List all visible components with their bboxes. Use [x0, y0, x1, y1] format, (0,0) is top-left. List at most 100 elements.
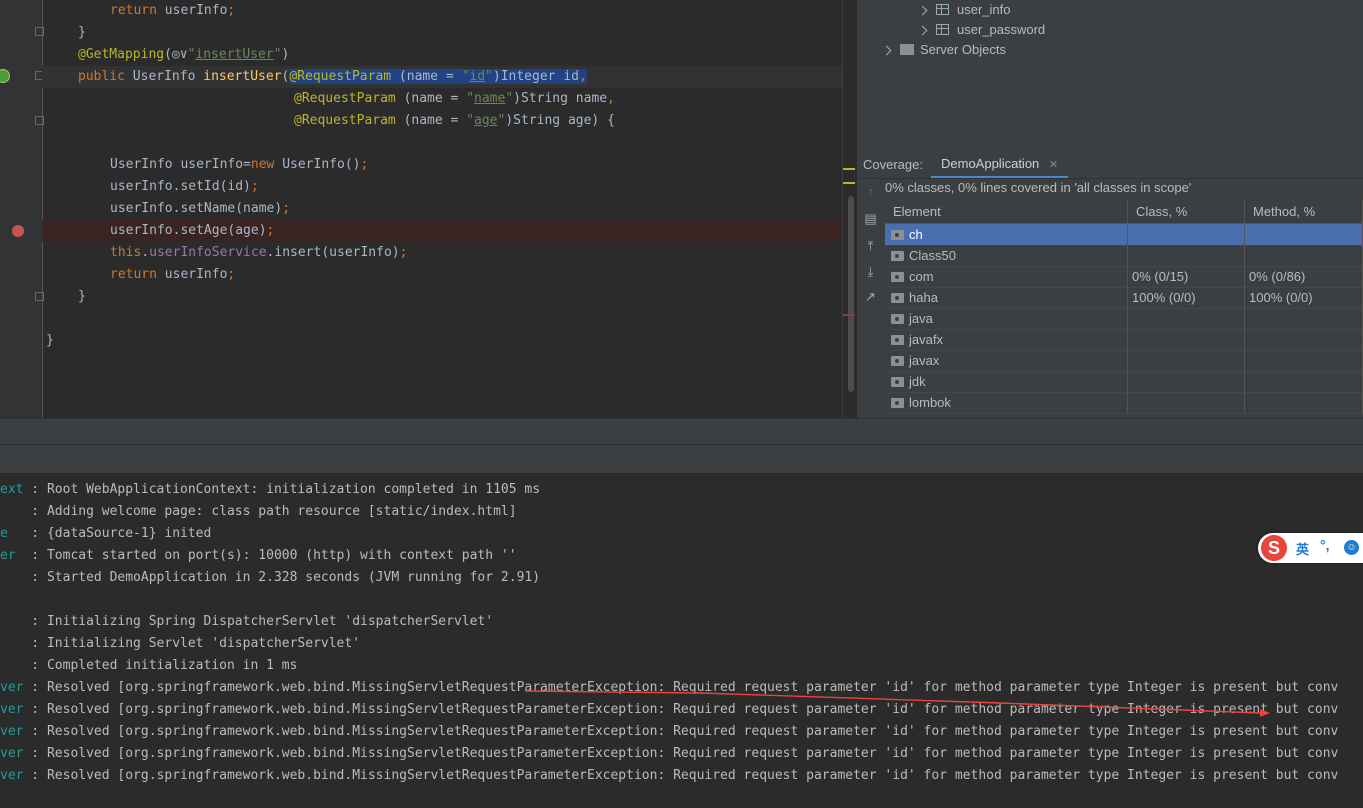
cell-element: java: [885, 308, 1128, 329]
code-token: (name =: [391, 69, 462, 84]
code-token: (: [164, 47, 172, 62]
code-token: ;: [266, 223, 275, 238]
ime-logo[interactable]: S: [1261, 535, 1287, 561]
code-line[interactable]: @RequestParam (name = "age")String age) …: [294, 110, 615, 132]
cell-method: [1245, 245, 1363, 266]
editor-scrollbar[interactable]: [842, 0, 856, 418]
cell-method: 0% (0/86): [1245, 266, 1363, 287]
run-gutter-icon[interactable]: [0, 69, 10, 83]
open-external-icon[interactable]: ↗: [863, 289, 878, 304]
code-line[interactable]: userInfo.setName(name);: [110, 198, 290, 220]
code-token: userInfo.setAge(age): [110, 223, 267, 238]
export-up-icon[interactable]: ⤒: [863, 238, 878, 253]
coverage-row[interactable]: ch: [885, 224, 1363, 246]
chevron-right-icon[interactable]: [881, 45, 892, 56]
code-token: ;: [227, 3, 236, 18]
ime-widget[interactable]: S 英 °, ☺: [1258, 533, 1363, 563]
code-line[interactable]: }: [78, 286, 86, 308]
coverage-panel[interactable]: Coverage: DemoApplication ✕ 0% classes, …: [857, 152, 1363, 418]
package-icon: [891, 377, 904, 387]
breakpoint-icon[interactable]: [12, 225, 24, 237]
fold-icon[interactable]: [35, 292, 44, 301]
code-token: userInfo.setName(name): [110, 201, 283, 216]
code-token: }: [46, 333, 54, 348]
cell-class: [1128, 392, 1245, 413]
ime-mode[interactable]: 英: [1296, 539, 1309, 558]
code-token: UserInfo userInfo=: [110, 157, 251, 172]
code-line[interactable]: this.userInfoService.insert(userInfo);: [110, 242, 407, 264]
coverage-tab-bar: Coverage: DemoApplication ✕: [857, 152, 1363, 179]
code-editor[interactable]: return userInfo;} @GetMapping(◎∨"insertUs…: [0, 0, 856, 418]
close-icon[interactable]: ✕: [1049, 159, 1058, 171]
coverage-table[interactable]: Element Class, % Method, % ch Class50 com 0…: [885, 200, 1363, 418]
code-token: ,: [578, 69, 587, 84]
code-line[interactable]: @RequestParam (name = "name")String name…: [294, 88, 615, 110]
code-token: ,: [607, 91, 615, 106]
code-token: age: [474, 113, 498, 128]
cell-method: [1245, 392, 1363, 413]
console-output[interactable]: ext : Root WebApplicationContext: initia…: [0, 473, 1363, 808]
code-token: userInfo: [164, 3, 228, 18]
editor-gutter[interactable]: [0, 0, 43, 418]
code-line[interactable]: UserInfo userInfo=new UserInfo();: [110, 154, 368, 176]
coverage-row[interactable]: haha 100% (0/0) 100% (0/0): [885, 287, 1363, 309]
code-token: )Integer id: [492, 69, 579, 84]
cell-method: [1245, 329, 1363, 350]
code-token: ;: [399, 245, 408, 260]
coverage-row[interactable]: Class50: [885, 245, 1363, 267]
code-line[interactable]: userInfo.setAge(age);: [110, 220, 274, 242]
package-icon: [891, 230, 904, 240]
cell-method: [1245, 350, 1363, 371]
flatten-packages-icon[interactable]: ▤: [863, 211, 878, 226]
tool-window-bar: [0, 418, 1363, 445]
code-token: userInfoService: [149, 245, 267, 260]
cell-class: [1128, 245, 1245, 266]
code-token: (name =: [395, 113, 467, 128]
column-header-class[interactable]: Class, %: [1128, 200, 1245, 224]
package-icon: [891, 293, 904, 303]
code-token: ": [485, 69, 493, 84]
coverage-row[interactable]: com 0% (0/15) 0% (0/86): [885, 266, 1363, 288]
fold-icon[interactable]: [35, 116, 44, 125]
code-token: insertUser: [203, 69, 282, 84]
cell-element: javafx: [885, 329, 1128, 350]
code-line[interactable]: @GetMapping(◎∨"insertUser"): [78, 44, 289, 66]
code-line[interactable]: }: [46, 330, 54, 352]
coverage-row[interactable]: javafx: [885, 329, 1363, 351]
console-toolbar: [0, 444, 1363, 474]
tree-item-user-info[interactable]: user_info: [917, 0, 1010, 20]
chevron-right-icon[interactable]: [917, 5, 928, 16]
tree-item-server-objects[interactable]: Server Objects: [881, 40, 1006, 60]
cell-element: ch: [885, 224, 1128, 245]
code-line[interactable]: userInfo.setId(id);: [110, 176, 259, 198]
code-token: @RequestParam: [289, 69, 392, 84]
export-down-icon[interactable]: ⤓: [863, 264, 878, 279]
folder-icon: [900, 44, 914, 55]
coverage-row[interactable]: jdk: [885, 371, 1363, 393]
code-token: ): [281, 47, 290, 62]
code-line[interactable]: return userInfo;: [110, 264, 235, 286]
database-tree[interactable]: user_info user_password Server Objects: [857, 0, 1363, 152]
tab-demo-application[interactable]: DemoApplication ✕: [931, 152, 1069, 178]
chevron-right-icon[interactable]: [917, 25, 928, 36]
code-line[interactable]: public UserInfo insertUser(@RequestParam…: [78, 66, 587, 88]
fold-icon[interactable]: [35, 27, 44, 36]
cell-element: jdk: [885, 371, 1128, 392]
column-header-method[interactable]: Method, %: [1245, 200, 1363, 224]
emoji-icon[interactable]: ☺: [1344, 540, 1359, 555]
code-token: UserInfo: [132, 69, 204, 84]
tree-item-user-password[interactable]: user_password: [917, 20, 1045, 40]
coverage-row[interactable]: java: [885, 308, 1363, 330]
code-line[interactable]: return userInfo;: [110, 0, 235, 22]
cell-element: lombok: [885, 392, 1128, 413]
package-icon: [891, 251, 904, 261]
up-arrow-icon[interactable]: ↑: [863, 184, 878, 199]
ime-punct[interactable]: °,: [1320, 537, 1330, 553]
coverage-label: Coverage:: [863, 157, 923, 172]
package-icon: [891, 356, 904, 366]
column-header-element[interactable]: Element: [885, 200, 1128, 224]
coverage-row[interactable]: lombok: [885, 392, 1363, 414]
coverage-row[interactable]: javax: [885, 350, 1363, 372]
code-line[interactable]: }: [78, 22, 86, 44]
code-token: return: [110, 3, 165, 18]
